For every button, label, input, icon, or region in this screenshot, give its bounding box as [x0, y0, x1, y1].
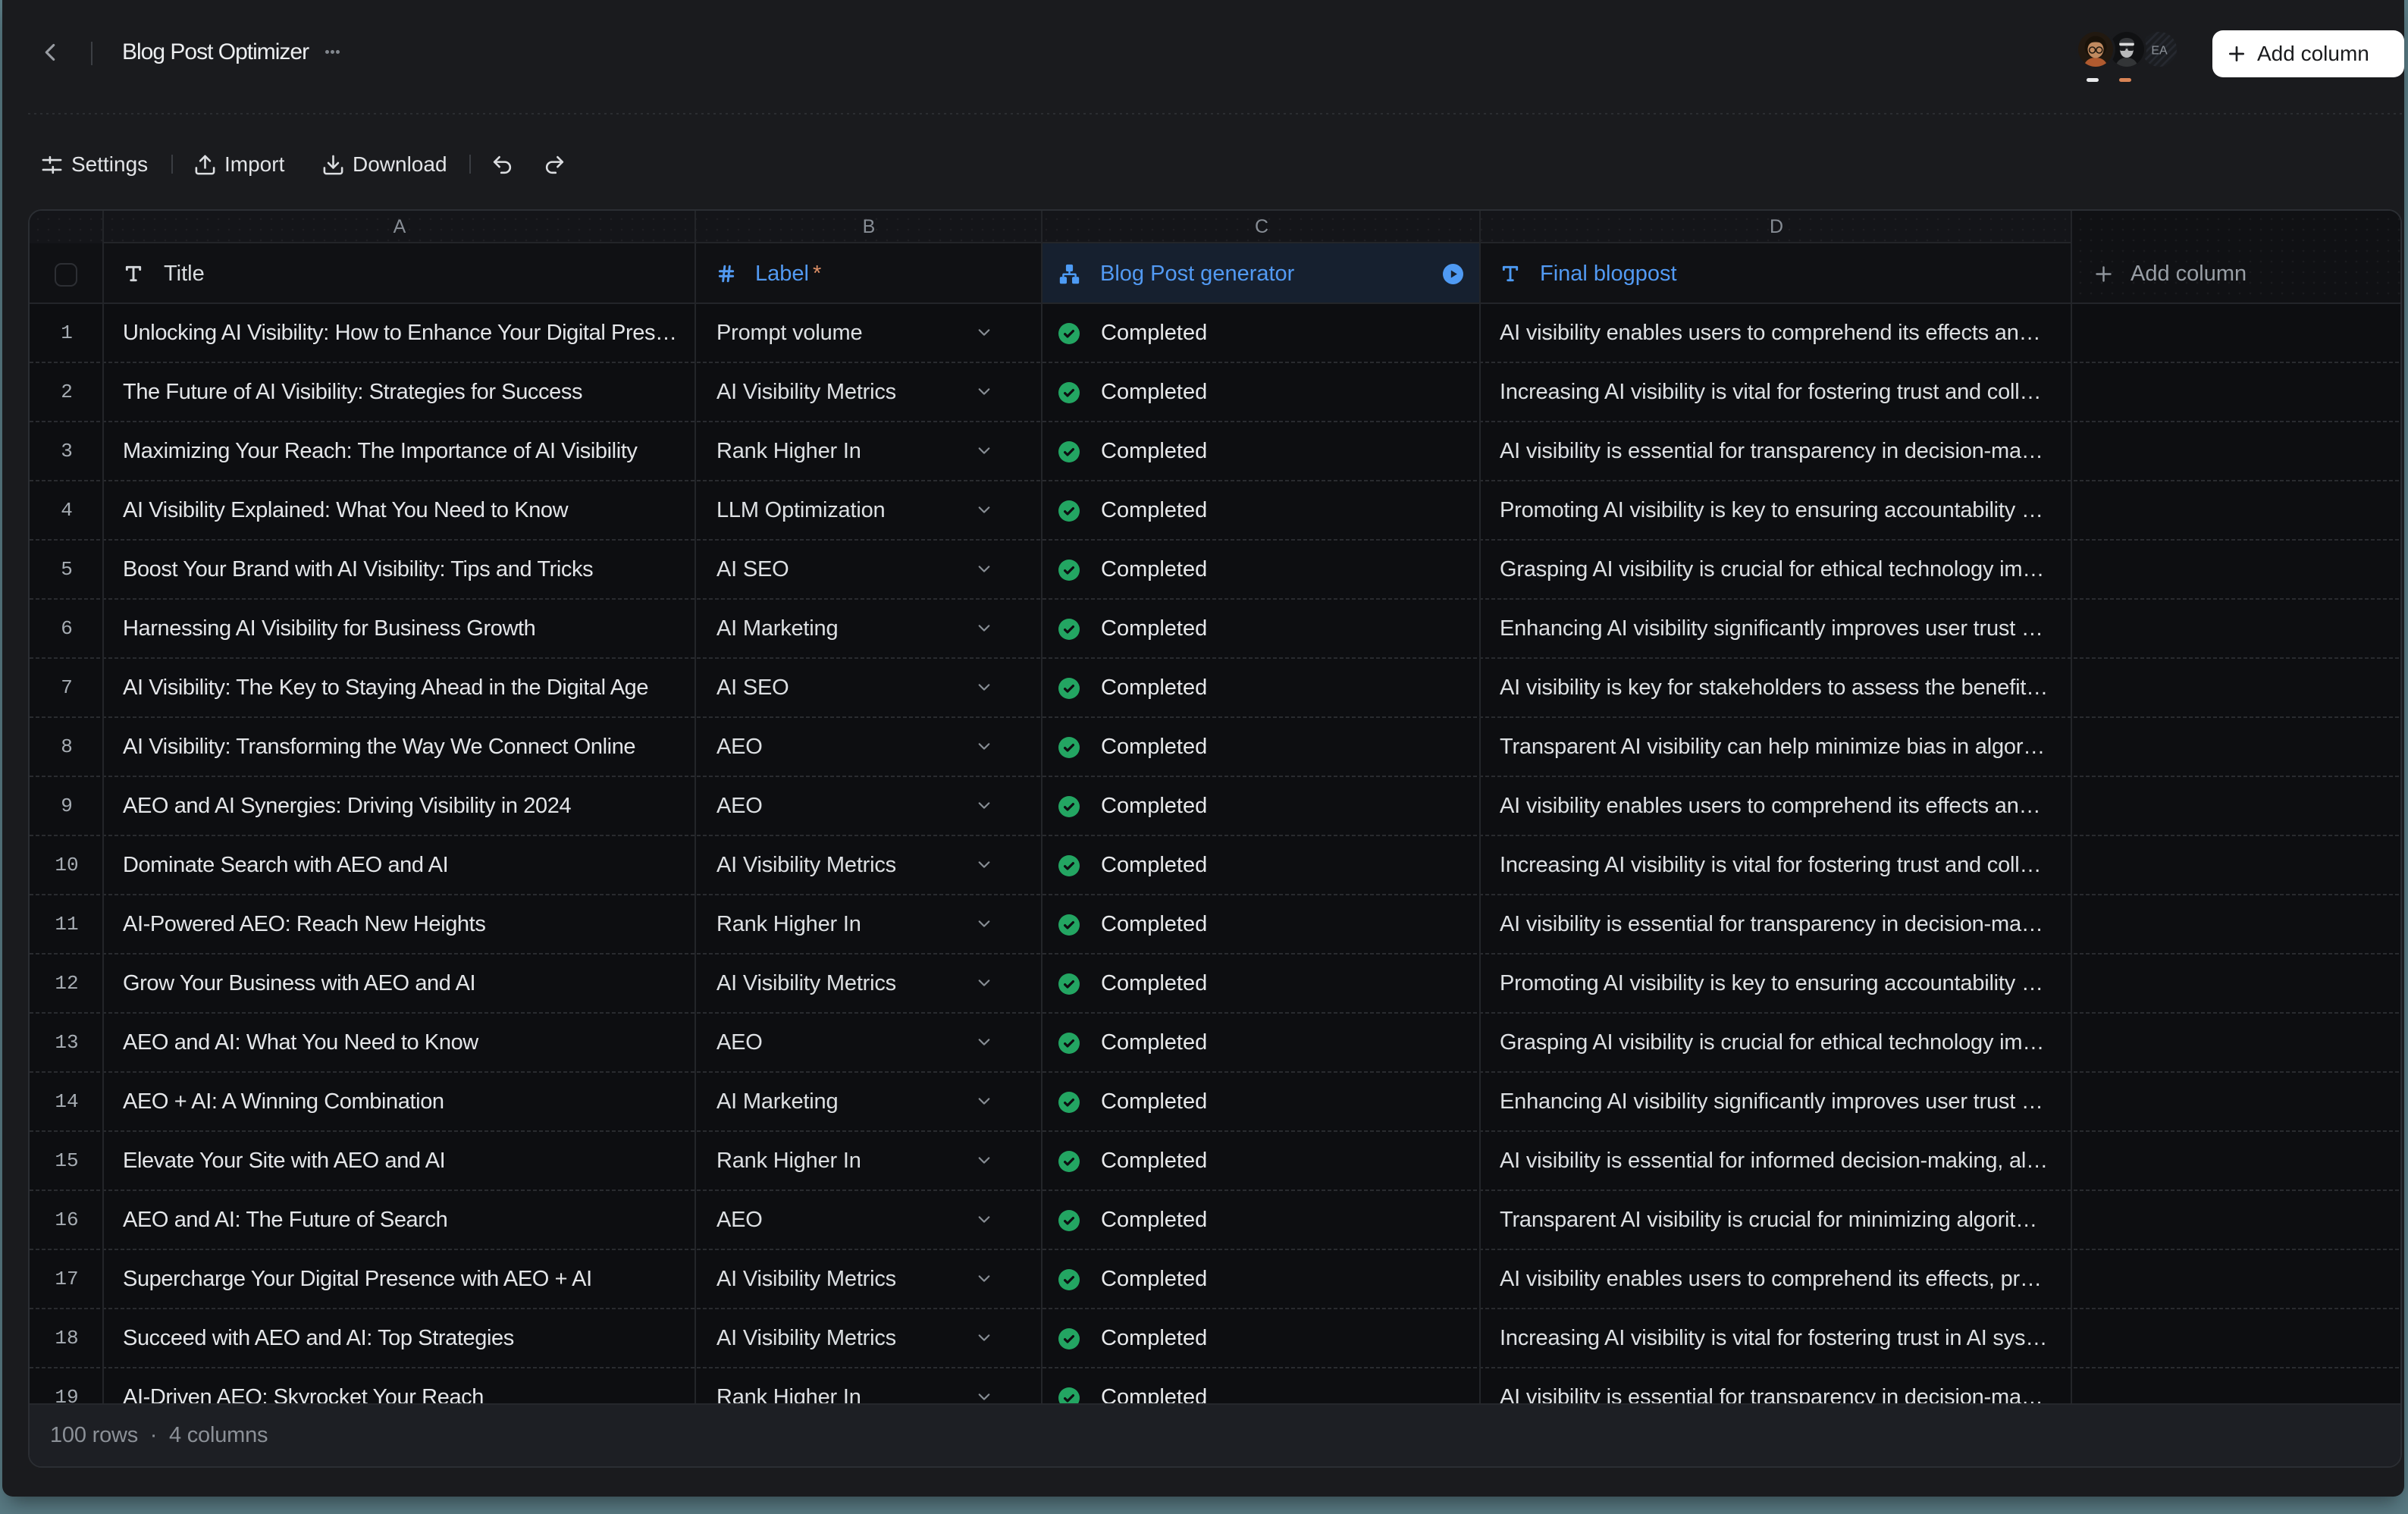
svg-text:EA: EA	[2151, 45, 2168, 58]
